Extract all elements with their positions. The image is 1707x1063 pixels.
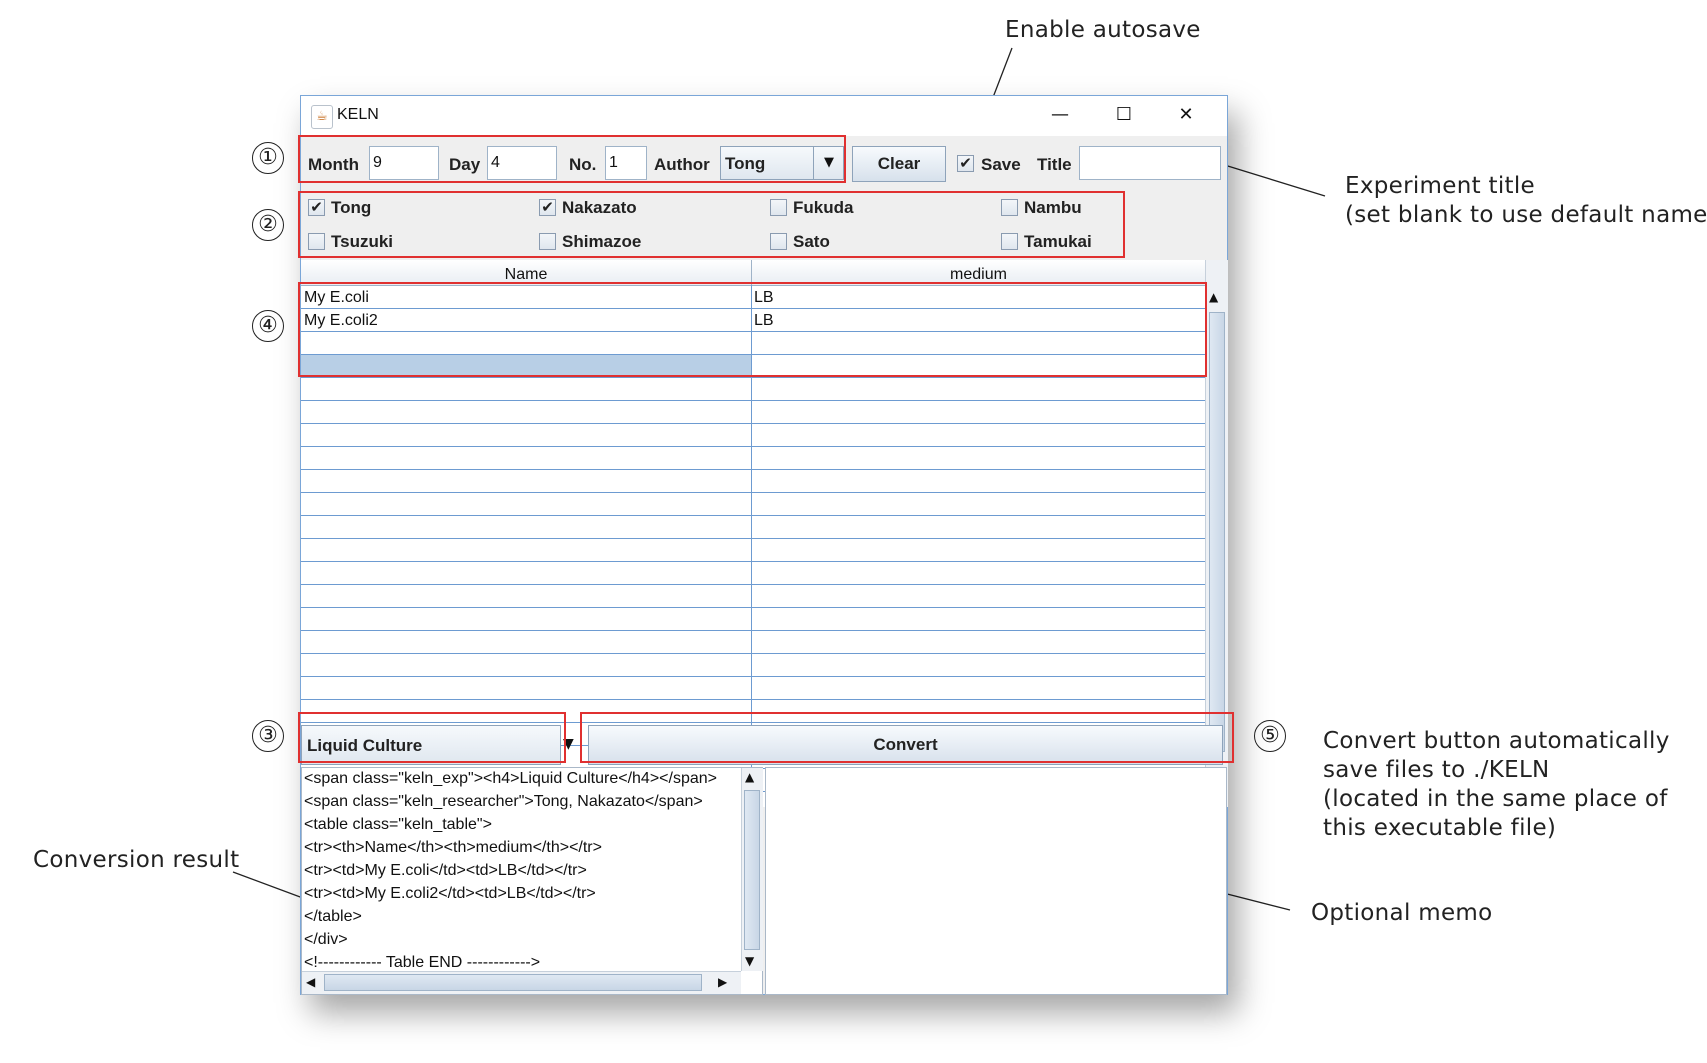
- clear-button[interactable]: Clear: [852, 146, 946, 182]
- output-line: </table>: [304, 908, 362, 925]
- memo-field[interactable]: [765, 767, 1227, 995]
- annotation-box-4: [298, 282, 1207, 377]
- minimize-icon[interactable]: —: [1045, 101, 1075, 129]
- scroll-down-icon[interactable]: ▼: [745, 954, 754, 968]
- table-row-line: [301, 561, 1205, 562]
- table-row-line: [301, 653, 1205, 654]
- java-cup-icon: ☕: [311, 105, 333, 129]
- annotation-box-3: [298, 712, 566, 763]
- table-row-line: [301, 584, 1205, 585]
- output-line: <span class="keln_researcher">Tong, Naka…: [304, 793, 703, 810]
- output-hscrollbar[interactable]: ◀ ▶: [302, 971, 741, 994]
- output-line: </div>: [304, 931, 348, 948]
- table-row-line: [301, 630, 1205, 631]
- table-row-line: [301, 538, 1205, 539]
- title-label: Title: [1037, 155, 1072, 174]
- table-row-line: [301, 607, 1205, 608]
- scroll-thumb[interactable]: [324, 974, 702, 991]
- scroll-up-icon[interactable]: ▲: [745, 770, 754, 784]
- table-row-line: [301, 469, 1205, 470]
- output-line: <tr><td>My E.coli</td><td>LB</td></tr>: [304, 862, 587, 879]
- scroll-thumb[interactable]: [1209, 312, 1225, 752]
- scroll-thumb[interactable]: [744, 790, 760, 950]
- table-row-line: [301, 446, 1205, 447]
- save-label: Save: [981, 155, 1021, 174]
- maximize-icon[interactable]: ☐: [1109, 101, 1139, 129]
- output-line: <span class="keln_exp"><h4>Liquid Cultur…: [304, 770, 717, 787]
- annotation-box-1: [298, 135, 846, 183]
- table-row-line: [301, 515, 1205, 516]
- table-row-line: [301, 676, 1205, 677]
- scroll-up-icon[interactable]: ▲: [1209, 290, 1218, 304]
- output-text[interactable]: <span class="keln_exp"><h4>Liquid Cultur…: [304, 770, 741, 970]
- save-checkbox[interactable]: ✔: [957, 155, 974, 172]
- scroll-right-icon[interactable]: ▶: [718, 975, 727, 989]
- table-row-line: [301, 377, 1205, 378]
- output-line: <table class="keln_table">: [304, 816, 492, 833]
- table-row-line: [301, 400, 1205, 401]
- title-bar: ☕ KELN — ☐ ✕: [301, 96, 1227, 136]
- output-line: <!------------ Table END ------------>: [304, 954, 541, 970]
- output-vscrollbar[interactable]: ▲ ▼: [741, 768, 763, 971]
- annotation-box-5: [580, 712, 1234, 763]
- conversion-output[interactable]: <span class="keln_exp"><h4>Liquid Cultur…: [301, 767, 763, 995]
- output-line: <tr><td>My E.coli2</td><td>LB</td></tr>: [304, 885, 596, 902]
- annotation-box-2: [298, 191, 1125, 258]
- window-title: KELN: [337, 106, 379, 123]
- scroll-left-icon[interactable]: ◀: [306, 975, 315, 989]
- close-icon[interactable]: ✕: [1171, 101, 1201, 129]
- title-field[interactable]: [1079, 146, 1221, 180]
- output-line: <tr><th>Name</th><th>medium</th></tr>: [304, 839, 602, 856]
- table-row-line: [301, 492, 1205, 493]
- table-row-line: [301, 699, 1205, 700]
- table-row-line: [301, 423, 1205, 424]
